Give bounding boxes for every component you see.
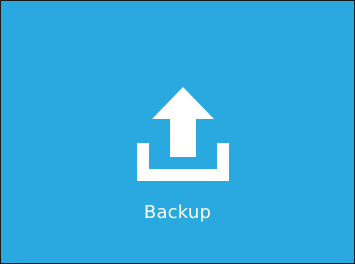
backup-tile[interactable]: Backup (0, 0, 355, 264)
backup-label: Backup (143, 202, 212, 223)
upload-tray-icon (135, 85, 231, 183)
